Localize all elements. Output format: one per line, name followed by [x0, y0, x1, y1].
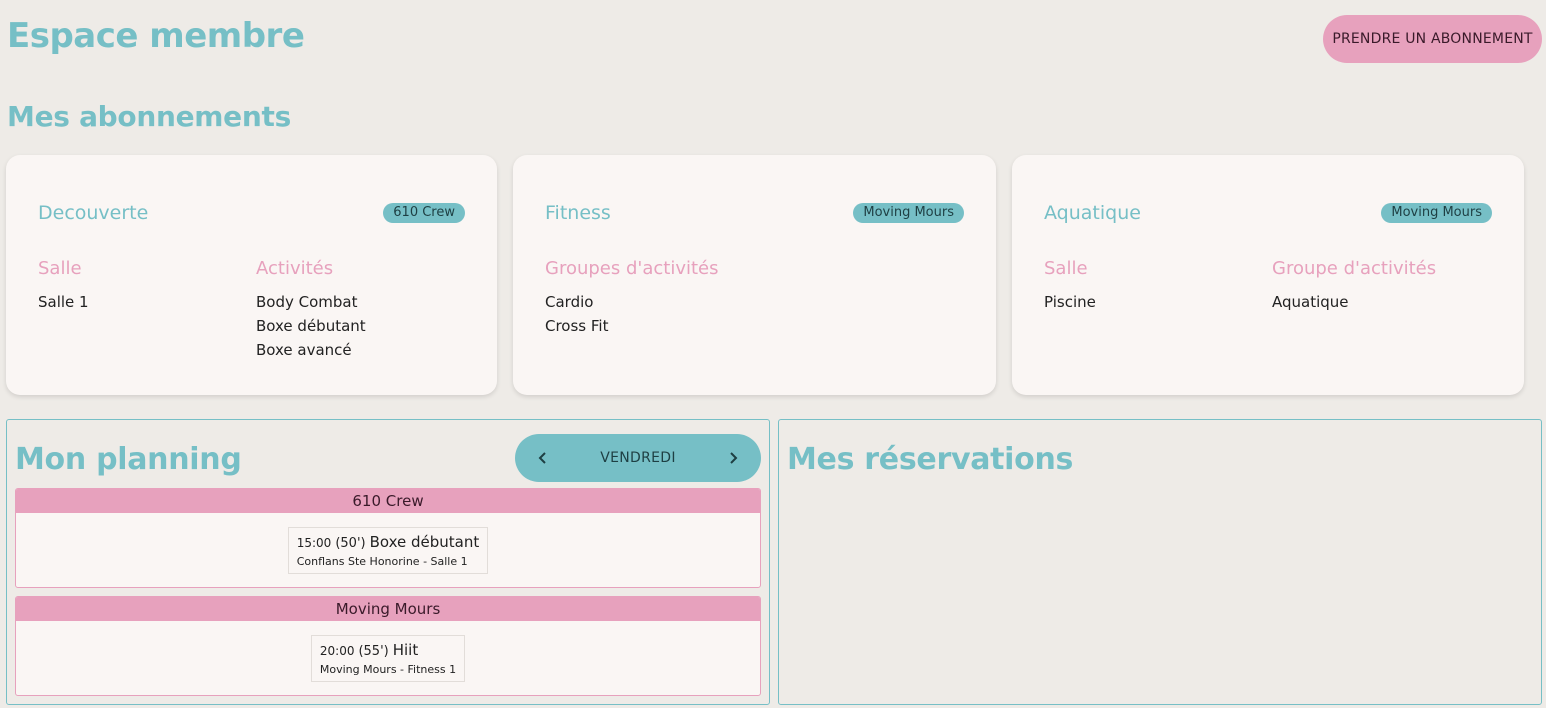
page-title: Espace membre — [7, 16, 305, 56]
column-header: Activités — [256, 258, 334, 279]
list-item: Body Combat — [256, 293, 358, 311]
column-list: Body Combat Boxe débutant Boxe avancé — [256, 293, 366, 365]
session-time: 20:00 — [319, 643, 355, 658]
session-item[interactable]: 15:00 (50') Boxe débutant Conflans Ste H… — [287, 526, 489, 574]
club-sessions: 20:00 (55') Hiit Moving Mours - Fitness … — [16, 621, 760, 695]
list-item: Cardio — [545, 293, 594, 311]
column-header: Groupe d'activités — [1272, 258, 1437, 279]
day-selector: VENDREDI — [515, 434, 761, 482]
list-item: Salle 1 — [38, 293, 89, 311]
subscription-card: Decouverte 610 Crew Salle Salle 1 Activi… — [6, 155, 497, 395]
reservations-panel: Mes réservations — [778, 419, 1542, 705]
column-header: Salle — [38, 258, 82, 279]
subscription-name: Decouverte — [38, 202, 149, 224]
planning-title: Mon planning — [15, 442, 242, 477]
list-item: Boxe avancé — [256, 341, 352, 359]
list-item: Aquatique — [1272, 293, 1349, 311]
club-badge: Moving Mours — [1381, 203, 1492, 223]
list-item: Boxe débutant — [256, 317, 366, 335]
subscription-name: Aquatique — [1044, 202, 1141, 224]
current-day: VENDREDI — [600, 450, 676, 466]
column-list: Salle 1 — [38, 293, 89, 317]
list-item: Piscine — [1044, 293, 1096, 311]
subscriptions-title: Mes abonnements — [7, 100, 291, 133]
club-header: Moving Mours — [16, 597, 760, 621]
session-activity: Hiit — [392, 640, 419, 659]
session-location: Conflans Ste Honorine - Salle 1 — [296, 554, 468, 568]
club-sessions: 15:00 (50') Boxe débutant Conflans Ste H… — [16, 513, 760, 587]
session-location: Moving Mours - Fitness 1 — [319, 662, 457, 676]
session-item[interactable]: 20:00 (55') Hiit Moving Mours - Fitness … — [310, 634, 466, 682]
planning-panel: Mon planning VENDREDI 610 Crew 15:00 (50… — [6, 419, 770, 705]
session-activity: Boxe débutant — [369, 532, 480, 551]
list-item: Cross Fit — [545, 317, 609, 335]
club-badge: 610 Crew — [383, 203, 465, 223]
club-header: 610 Crew — [16, 489, 760, 513]
chevron-right-icon[interactable] — [721, 446, 745, 470]
column-list: Piscine — [1044, 293, 1096, 317]
chevron-left-icon[interactable] — [531, 446, 555, 470]
session-duration: (50') — [335, 535, 366, 551]
club-schedule: Moving Mours 20:00 (55') Hiit Moving Mou… — [15, 596, 761, 696]
subscription-card: Aquatique Moving Mours Salle Piscine Gro… — [1012, 155, 1524, 395]
subscription-card: Fitness Moving Mours Groupes d'activités… — [513, 155, 996, 395]
column-list: Aquatique — [1272, 293, 1349, 317]
subscription-name: Fitness — [545, 202, 611, 224]
subscribe-button[interactable]: PRENDRE UN ABONNEMENT — [1323, 15, 1542, 63]
club-badge: Moving Mours — [853, 203, 964, 223]
session-duration: (55') — [358, 643, 389, 659]
session-time: 15:00 — [296, 535, 332, 550]
column-list: Cardio Cross Fit — [545, 293, 608, 341]
club-schedule: 610 Crew 15:00 (50') Boxe débutant Confl… — [15, 488, 761, 588]
column-header: Groupes d'activités — [545, 258, 719, 279]
column-header: Salle — [1044, 258, 1088, 279]
reservations-title: Mes réservations — [787, 442, 1074, 477]
